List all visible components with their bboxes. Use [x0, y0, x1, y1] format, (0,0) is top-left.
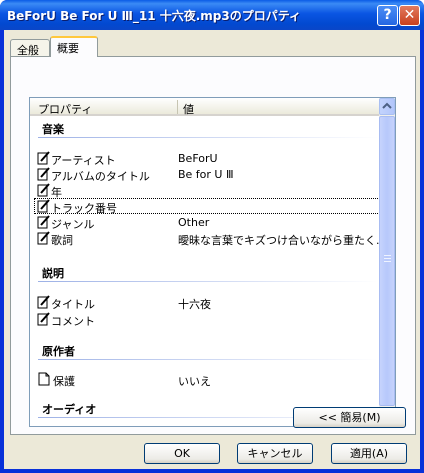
row-album[interactable]: アルバムのタイトル Be for U Ⅲ	[34, 166, 380, 183]
simple-view-button[interactable]: << 簡易(M)	[293, 407, 406, 428]
dialog-client-area: 全般 概要 プロパティ 値 音楽 アーティスト BeForU アルバムのタイトル…	[4, 30, 420, 469]
row-value: Be for U Ⅲ	[178, 168, 234, 181]
ok-button[interactable]: OK	[144, 443, 220, 464]
row-value: 十六夜	[178, 298, 211, 311]
row-protected[interactable]: 保護 いいえ	[34, 371, 380, 388]
row-property: コメント	[51, 315, 95, 328]
row-artist[interactable]: アーティスト BeForU	[34, 150, 380, 167]
apply-button[interactable]: 適用(A)	[331, 443, 407, 464]
group-music: 音楽	[42, 123, 64, 136]
edit-page-icon	[37, 199, 50, 213]
row-lyrics[interactable]: 歌詞 曖昧な言葉でキズつけ合いながら重たく...	[34, 230, 387, 247]
row-track-number[interactable]: トラック番号	[34, 198, 380, 215]
window-title: BeForU Be For U Ⅲ_11 十六夜.mp3のプロパティ	[7, 9, 302, 23]
thumb-grip	[384, 258, 391, 259]
edit-page-icon	[37, 312, 50, 326]
edit-page-icon	[37, 295, 50, 309]
column-divider[interactable]	[177, 100, 178, 114]
tab-summary[interactable]: 概要	[50, 36, 98, 57]
edit-page-icon	[37, 151, 50, 165]
summary-tab-panel: プロパティ 値 音楽 アーティスト BeForU アルバムのタイトル Be fo…	[10, 56, 416, 435]
property-list[interactable]: プロパティ 値 音楽 アーティスト BeForU アルバムのタイトル Be fo…	[29, 97, 396, 427]
row-property: 歌詞	[51, 234, 73, 247]
help-button[interactable]: ?	[377, 5, 398, 26]
edit-page-icon	[37, 231, 50, 245]
row-value: いいえ	[178, 375, 211, 388]
row-year[interactable]: 年	[34, 182, 380, 199]
row-property: タイトル	[51, 298, 95, 311]
cancel-button[interactable]: キャンセル	[237, 443, 313, 464]
edit-page-icon	[37, 215, 50, 229]
thumb-grip	[384, 261, 391, 262]
properties-window: BeForU Be For U Ⅲ_11 十六夜.mp3のプロパティ ? ✕ 全…	[0, 0, 424, 473]
vertical-scrollbar[interactable]	[379, 98, 395, 426]
row-genre[interactable]: ジャンル Other	[34, 214, 380, 231]
row-comment[interactable]: コメント	[34, 311, 380, 328]
scroll-up-button[interactable]	[379, 98, 395, 115]
close-button[interactable]: ✕	[399, 5, 420, 26]
edit-page-icon	[37, 183, 50, 197]
edit-page-icon	[37, 167, 50, 181]
page-icon	[38, 372, 50, 386]
column-header-value[interactable]: 値	[183, 101, 194, 117]
group-divider	[38, 281, 378, 282]
group-divider	[38, 359, 378, 360]
chevron-up-icon	[382, 102, 392, 109]
row-value: BeForU	[178, 152, 218, 165]
row-title[interactable]: タイトル 十六夜	[34, 294, 380, 311]
group-divider	[38, 137, 378, 138]
row-value: Other	[178, 216, 210, 229]
column-header-property[interactable]: プロパティ	[38, 101, 92, 117]
row-property: 保護	[53, 375, 75, 388]
scroll-thumb[interactable]	[379, 116, 395, 406]
group-audio: オーディオ	[42, 403, 97, 416]
list-header: プロパティ 値	[30, 98, 381, 116]
group-origin: 原作者	[42, 345, 75, 358]
tab-general[interactable]: 全般	[10, 39, 50, 57]
title-bar[interactable]: BeForU Be For U Ⅲ_11 十六夜.mp3のプロパティ ? ✕	[0, 0, 424, 30]
thumb-grip	[384, 255, 391, 256]
group-description: 説明	[42, 267, 64, 280]
row-value: 曖昧な言葉でキズつけ合いながら重たく...	[178, 234, 387, 247]
